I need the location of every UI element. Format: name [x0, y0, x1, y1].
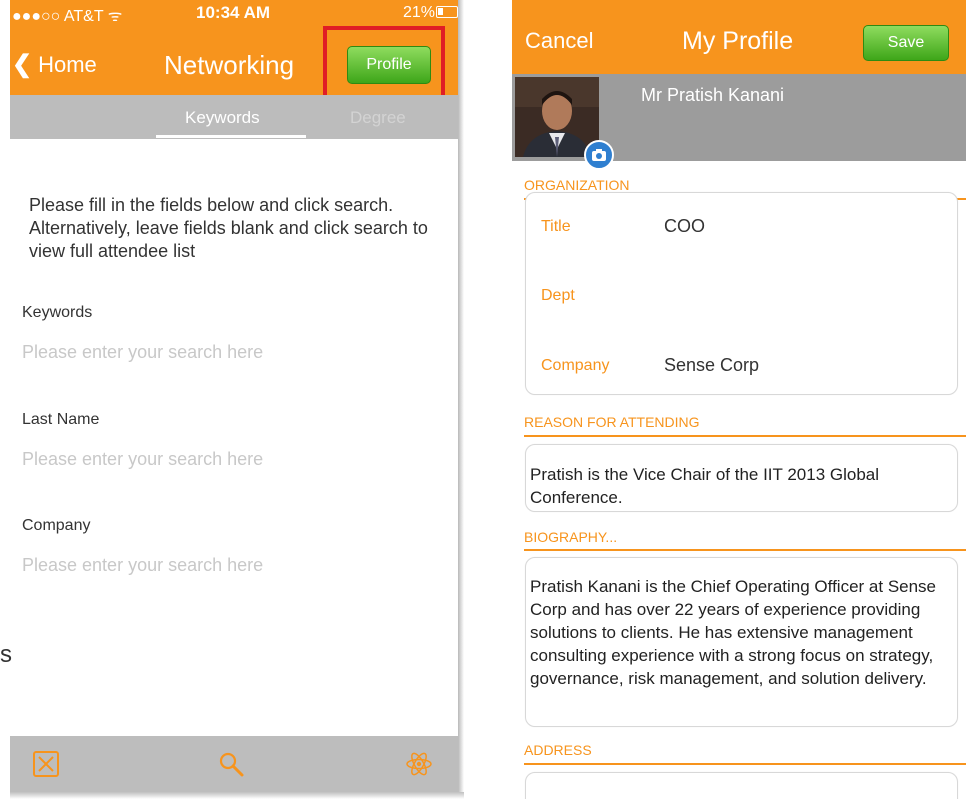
- company-input[interactable]: Please enter your search here: [22, 555, 263, 576]
- my-profile-screen: Cancel My Profile Save Mr Pratish Kanani…: [512, 0, 966, 799]
- section-reason: REASON FOR ATTENDING: [524, 414, 700, 430]
- intro-text: Please fill in the fields below and clic…: [29, 195, 428, 261]
- battery-percent: 21%: [403, 4, 436, 21]
- section-divider: [524, 763, 966, 765]
- title-label: Title: [541, 218, 571, 235]
- keywords-input[interactable]: Please enter your search here: [22, 342, 263, 363]
- screen-shadow-bottom: [10, 792, 464, 799]
- last-name-input[interactable]: Please enter your search here: [22, 449, 263, 470]
- tab-keywords[interactable]: Keywords: [185, 108, 260, 128]
- tab-degree[interactable]: Degree: [350, 108, 406, 128]
- search-icon[interactable]: [217, 750, 245, 778]
- section-biography: BIOGRAPHY...: [524, 529, 618, 545]
- company-label: Company: [541, 357, 610, 374]
- nav-bar: Cancel My Profile Save: [512, 0, 966, 74]
- section-organization: ORGANIZATION: [524, 177, 630, 193]
- stray-text: s: [0, 641, 12, 668]
- title-field[interactable]: COO: [664, 216, 705, 237]
- chevron-left-icon: ❮: [12, 51, 33, 78]
- atom-icon[interactable]: [405, 750, 433, 778]
- section-divider: [524, 435, 966, 437]
- profile-name: Mr Pratish Kanani: [641, 85, 785, 105]
- keywords-label: Keywords: [22, 304, 93, 321]
- segment-control: Keywords Degree: [10, 95, 458, 139]
- page-title: My Profile: [682, 27, 794, 55]
- company-label: Company: [22, 517, 91, 534]
- company-field[interactable]: Sense Corp: [664, 355, 759, 376]
- biography-text[interactable]: Pratish Kanani is the Chief Operating Of…: [530, 575, 966, 690]
- profile-highlight-box: [323, 26, 445, 100]
- close-box-icon[interactable]: [32, 750, 60, 778]
- section-divider: [524, 549, 966, 551]
- camera-icon[interactable]: [584, 140, 614, 170]
- cancel-button[interactable]: Cancel: [525, 28, 593, 54]
- back-label: Home: [38, 51, 97, 77]
- reason-text[interactable]: Pratish is the Vice Chair of the IIT 201…: [530, 463, 960, 509]
- dept-field[interactable]: [664, 285, 934, 309]
- back-button[interactable]: ❮ Home: [12, 50, 97, 79]
- status-bar: ●●●○○ AT&T ᯤ 10:34 AM 21%: [10, 0, 458, 26]
- section-address: ADDRESS: [524, 742, 592, 758]
- page-title: Networking: [164, 50, 295, 80]
- battery-icon: [436, 6, 458, 18]
- screen-shadow: [458, 0, 464, 792]
- dept-label: Dept: [541, 287, 575, 304]
- status-time: 10:34 AM: [196, 3, 271, 22]
- last-name-label: Last Name: [22, 411, 100, 428]
- networking-screen: ●●●○○ AT&T ᯤ 10:34 AM 21% ❮ Home Network…: [10, 0, 458, 792]
- save-button[interactable]: Save: [863, 25, 949, 61]
- tab-bar: [10, 736, 458, 792]
- tab-underline: [156, 135, 306, 138]
- carrier-signal: ●●●○○ AT&T ᯤ: [12, 8, 123, 25]
- address-card[interactable]: [525, 772, 958, 799]
